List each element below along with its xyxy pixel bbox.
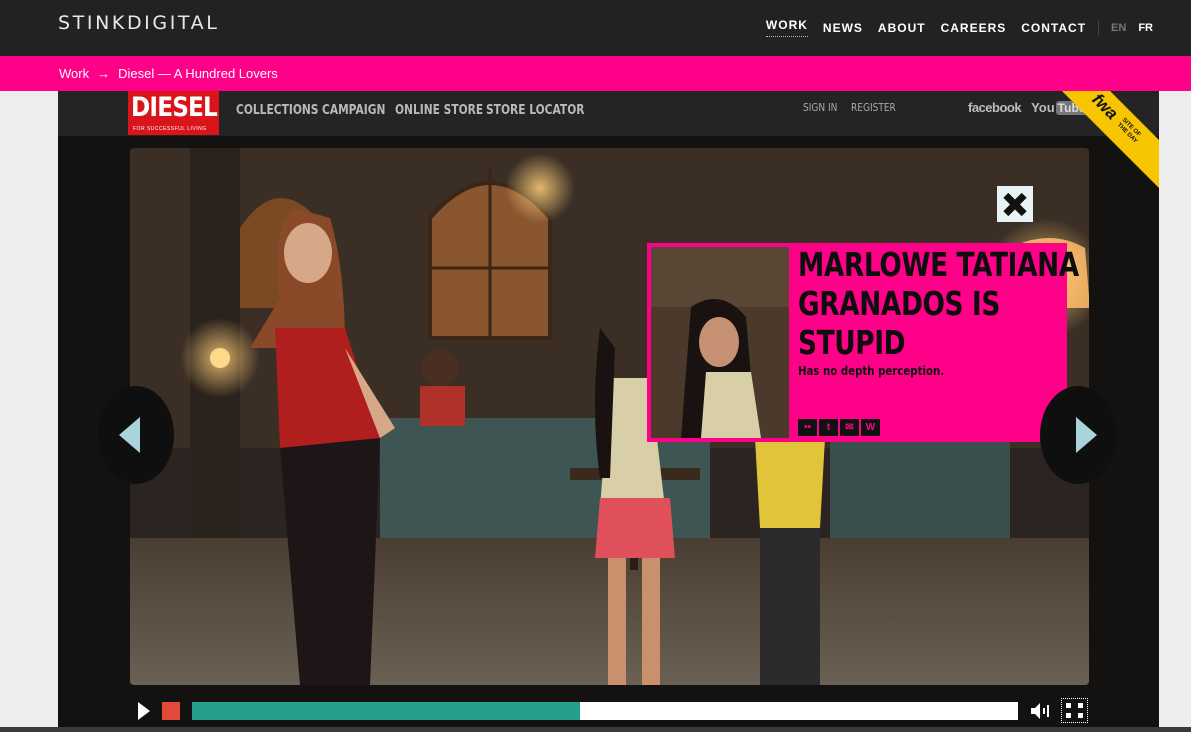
popup-headline-line: STUPID [798,323,906,362]
nav-contact[interactable]: CONTACT [1021,21,1086,35]
fullscreen-icon[interactable] [1061,698,1088,723]
twitter-icon[interactable]: t [819,419,838,436]
video-player[interactable]: MARLOWE TATIANA GRANADOS IS STUPID Has n… [130,148,1089,685]
character-photo [651,247,789,438]
facebook-link[interactable]: facebook [968,100,1022,115]
breadcrumb-arrow-icon: → [97,66,111,81]
flickr-icon[interactable]: •• [798,419,817,436]
wordpress-icon[interactable]: W [861,419,880,436]
next-arrow-button[interactable] [1040,386,1116,484]
nav-careers[interactable]: CAREERS [941,21,1007,35]
stop-icon[interactable] [162,702,180,720]
popup-headline: MARLOWE TATIANA GRANADOS IS STUPID [798,245,1079,362]
myspace-icon[interactable]: ✉ [840,419,859,436]
popup-subtext: Has no depth perception. [798,364,945,378]
diesel-nav-campaign[interactable]: CAMPAIGN [322,103,385,118]
volume-icon[interactable] [1030,702,1052,720]
breadcrumb-bar: Work → Diesel — A Hundred Lovers [0,56,1191,91]
register-link[interactable]: REGISTER [851,101,896,114]
breadcrumb-current: Diesel — A Hundred Lovers [118,66,278,81]
nav-news[interactable]: NEWS [823,21,863,35]
language-en[interactable]: EN [1111,22,1126,34]
character-photo-image [651,247,789,438]
diesel-nav-online-store[interactable]: ONLINE STORE [395,103,483,118]
stinkdigital-logo[interactable]: STINKDIGITAL [58,12,219,34]
diesel-logo[interactable]: DIESEL FOR SUCCESSFUL LIVING [128,91,219,135]
close-popup-icon[interactable] [997,186,1033,222]
arrow-left-icon [119,417,140,453]
fwa-badge-label: SITE OF THE DAY [1115,117,1143,145]
youtube-you: You [1031,100,1055,115]
main-nav: WORK NEWS ABOUT CAREERS CONTACT EN FR [751,18,1153,37]
arrow-right-icon [1076,417,1097,453]
page-bottom-edge [0,727,1191,732]
breadcrumb: Work → Diesel — A Hundred Lovers [59,66,278,81]
diesel-logo-text: DIESEL [131,92,218,123]
video-controls [130,695,1089,727]
project-showcase: DIESEL FOR SUCCESSFUL LIVING COLLECTIONS… [58,91,1159,727]
nav-about[interactable]: ABOUT [878,21,926,35]
diesel-social-links: facebook You Tube [968,100,1088,115]
nav-divider [1098,19,1100,36]
breadcrumb-work[interactable]: Work [59,66,89,81]
popup-headline-line: GRANADOS IS [798,284,1000,323]
previous-arrow-button[interactable] [98,386,174,484]
diesel-site-header: DIESEL FOR SUCCESSFUL LIVING COLLECTIONS… [58,91,1159,136]
diesel-nav-collections[interactable]: COLLECTIONS [236,103,318,118]
progress-fill [192,702,581,720]
diesel-logo-tagline: FOR SUCCESSFUL LIVING [133,126,207,132]
diesel-nav-store-locator[interactable]: STORE LOCATOR [486,103,584,118]
nav-work[interactable]: WORK [765,18,808,37]
fullscreen-glyph [1066,703,1083,718]
popup-headline-line: MARLOWE TATIANA [798,245,1079,284]
progress-bar[interactable] [192,702,1018,720]
play-icon[interactable] [138,702,150,720]
language-fr[interactable]: FR [1138,22,1153,34]
character-popup: MARLOWE TATIANA GRANADOS IS STUPID Has n… [647,243,1079,442]
diesel-nav: COLLECTIONS CAMPAIGN ONLINE STORE STORE … [236,103,584,118]
diesel-account-links: SIGN IN REGISTER [803,101,899,114]
site-header: STINKDIGITAL WORK NEWS ABOUT CAREERS CON… [0,0,1191,56]
sign-in-link[interactable]: SIGN IN [803,101,842,114]
share-icons: •• t ✉ W [798,419,882,436]
